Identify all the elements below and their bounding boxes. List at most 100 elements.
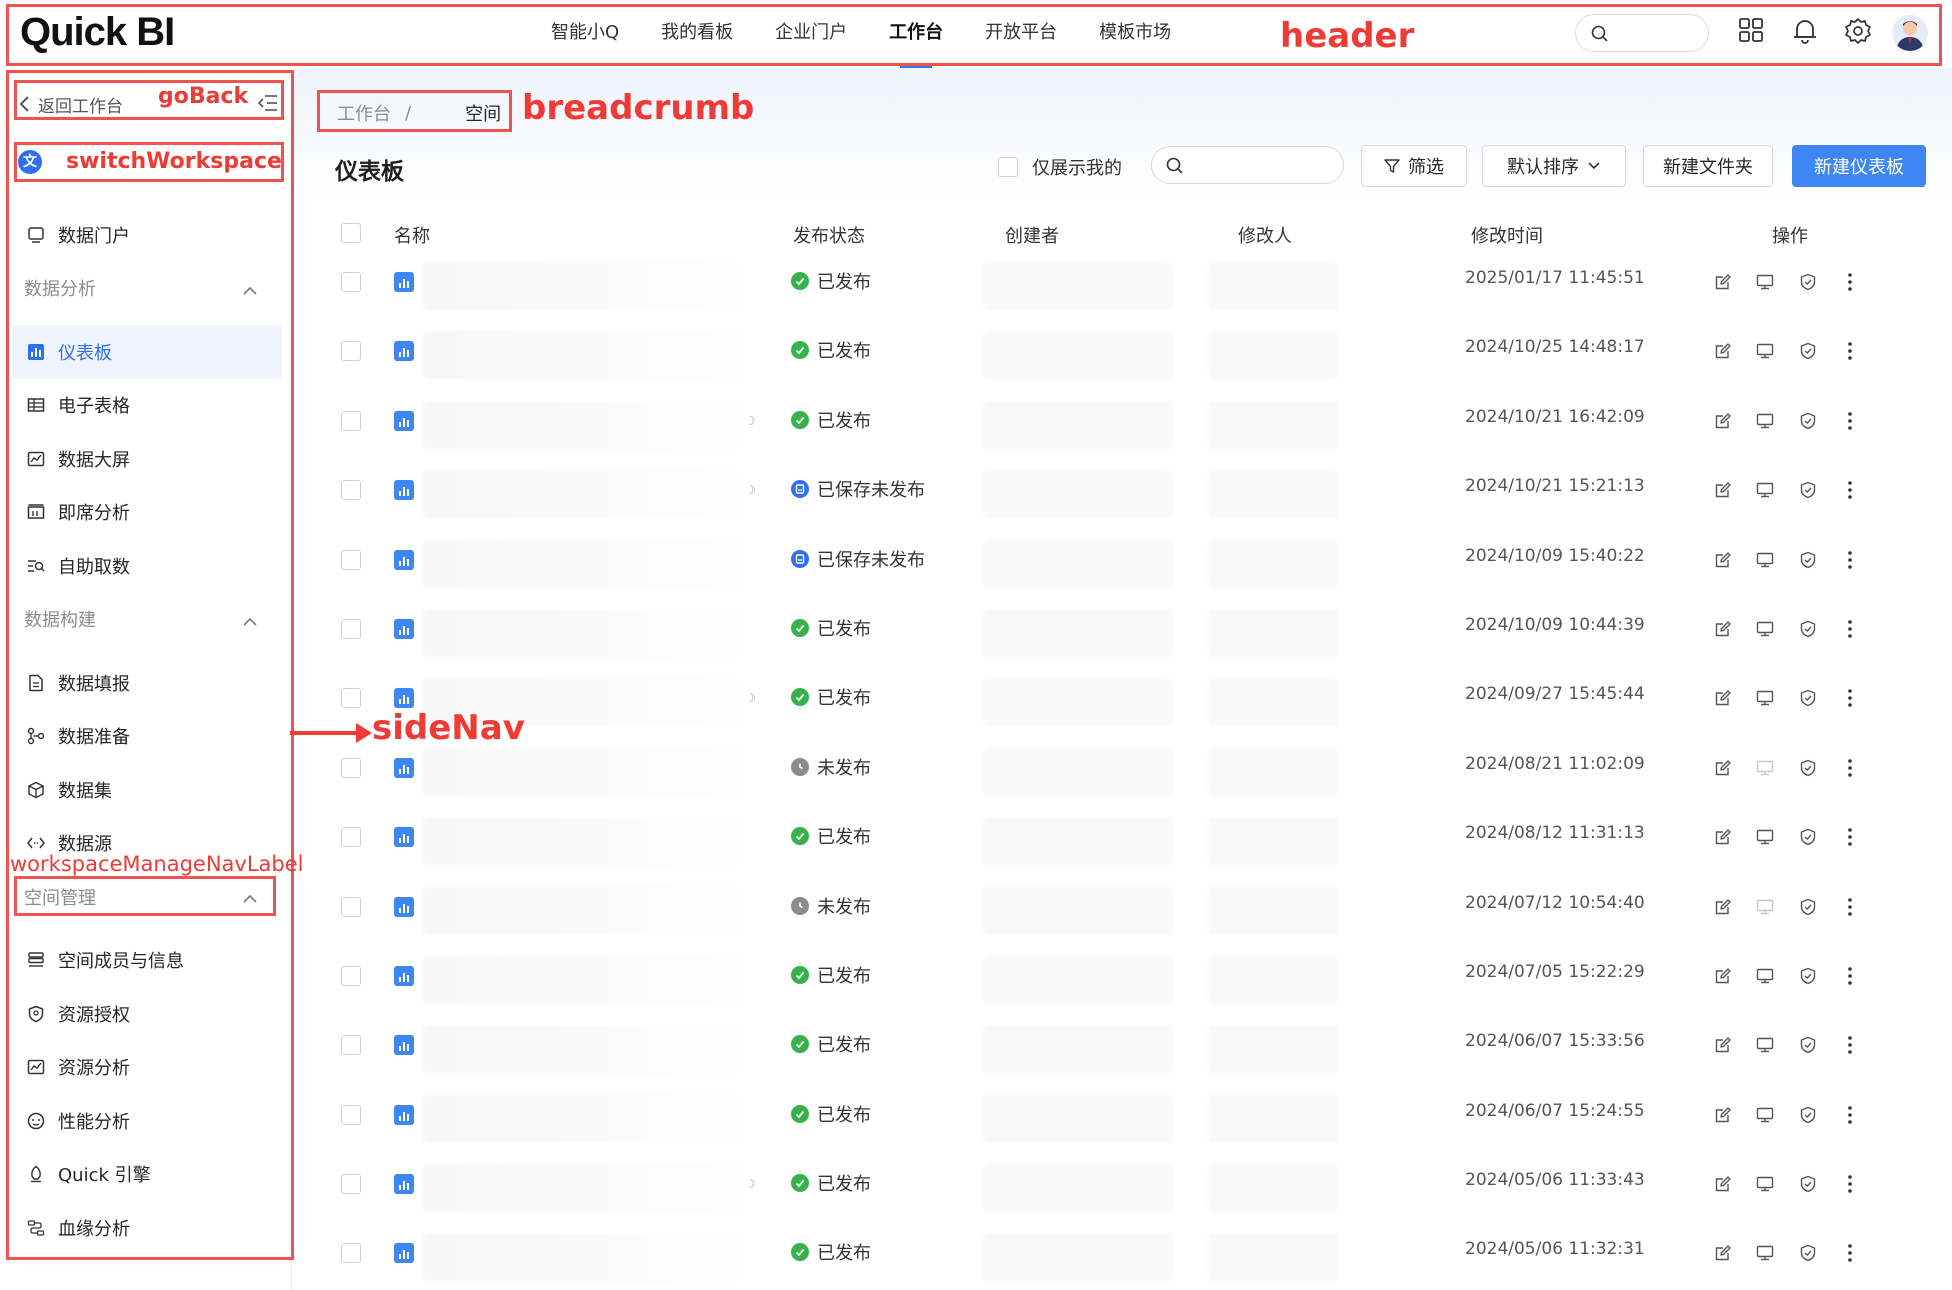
preview-icon[interactable] xyxy=(1755,966,1775,986)
column-name[interactable]: 名称 xyxy=(394,222,430,248)
edit-icon[interactable] xyxy=(1713,897,1733,917)
table-row[interactable]: 已保存未发布 2024/10/09 15:40:22 xyxy=(293,536,1952,605)
column-modified-time[interactable]: 修改时间 xyxy=(1471,222,1543,248)
row-checkbox[interactable] xyxy=(341,549,361,570)
edit-icon[interactable] xyxy=(1713,1035,1733,1055)
table-row[interactable]: 已发布 2024/10/25 14:48:17 xyxy=(293,327,1952,396)
new-dashboard-button[interactable]: 新建仪表板 xyxy=(1792,145,1926,187)
side-nav-item[interactable]: 性能分析 xyxy=(12,1094,282,1148)
dashboard-name-redacted[interactable] xyxy=(423,747,753,796)
permission-shield-icon[interactable] xyxy=(1798,897,1818,917)
preview-icon[interactable] xyxy=(1755,341,1775,361)
breadcrumb-parent[interactable]: 工作台 xyxy=(337,100,391,126)
column-creator[interactable]: 创建者 xyxy=(1005,222,1059,248)
permission-shield-icon[interactable] xyxy=(1798,411,1818,431)
permission-shield-icon[interactable] xyxy=(1798,688,1818,708)
preview-icon[interactable] xyxy=(1755,619,1775,639)
gear-icon[interactable] xyxy=(1844,17,1874,47)
permission-shield-icon[interactable] xyxy=(1798,1243,1818,1263)
table-row[interactable]: 已发布 2025/01/17 11:45:51 xyxy=(293,258,1952,327)
preview-icon[interactable] xyxy=(1755,688,1775,708)
permission-shield-icon[interactable] xyxy=(1798,758,1818,778)
more-vertical-icon[interactable] xyxy=(1840,897,1860,917)
edit-icon[interactable] xyxy=(1713,341,1733,361)
bell-icon[interactable] xyxy=(1792,17,1822,47)
dashboard-search[interactable] xyxy=(1151,146,1344,184)
edit-icon[interactable] xyxy=(1713,758,1733,778)
edit-icon[interactable] xyxy=(1713,411,1733,431)
permission-shield-icon[interactable] xyxy=(1798,619,1818,639)
edit-icon[interactable] xyxy=(1713,619,1733,639)
side-nav-item[interactable]: 数据大屏 xyxy=(12,432,282,486)
dashboard-name-redacted[interactable] xyxy=(423,262,753,310)
top-nav-item[interactable]: 工作台 xyxy=(868,0,964,68)
side-nav-item[interactable]: 资源分析 xyxy=(12,1041,282,1095)
permission-shield-icon[interactable] xyxy=(1798,966,1818,986)
header-search[interactable] xyxy=(1575,14,1709,52)
row-checkbox[interactable] xyxy=(341,618,361,639)
edit-icon[interactable] xyxy=(1713,966,1733,986)
edit-icon[interactable] xyxy=(1713,1243,1733,1263)
more-vertical-icon[interactable] xyxy=(1840,1105,1860,1125)
preview-icon[interactable] xyxy=(1755,758,1775,778)
side-nav-item[interactable]: 电子表格 xyxy=(12,379,282,433)
side-nav-item[interactable]: 仪表板 xyxy=(12,325,282,379)
side-nav-item[interactable]: 即席分析 xyxy=(12,486,282,540)
row-checkbox[interactable] xyxy=(341,1174,361,1195)
side-nav-group[interactable]: 数据分析 xyxy=(12,262,282,316)
row-checkbox[interactable] xyxy=(341,1035,361,1056)
column-status[interactable]: 发布状态 xyxy=(793,222,865,248)
edit-icon[interactable] xyxy=(1713,827,1733,847)
side-nav-item[interactable]: 数据准备 xyxy=(12,710,282,764)
permission-shield-icon[interactable] xyxy=(1798,272,1818,292)
user-avatar-icon[interactable] xyxy=(1892,15,1928,51)
only-mine-checkbox[interactable]: 仅展示我的 xyxy=(998,154,1122,180)
permission-shield-icon[interactable] xyxy=(1798,480,1818,500)
preview-icon[interactable] xyxy=(1755,827,1775,847)
row-checkbox[interactable] xyxy=(341,1104,361,1125)
edit-icon[interactable] xyxy=(1713,688,1733,708)
dashboard-name-redacted[interactable] xyxy=(423,539,753,588)
side-nav-item[interactable]: 数据集 xyxy=(12,763,282,817)
table-row[interactable]: 已发布 2024/08/12 11:31:13 xyxy=(293,813,1952,882)
table-row[interactable]: ☽ 已发布 2024/05/06 11:33:43 xyxy=(293,1160,1952,1229)
row-checkbox[interactable] xyxy=(341,965,361,986)
top-nav-item[interactable]: 我的看板 xyxy=(640,0,754,68)
dashboard-name-redacted[interactable] xyxy=(423,608,753,657)
more-vertical-icon[interactable] xyxy=(1840,827,1860,847)
more-vertical-icon[interactable] xyxy=(1840,1243,1860,1263)
top-nav-item[interactable]: 开放平台 xyxy=(964,0,1078,68)
dashboard-name-redacted[interactable] xyxy=(423,470,753,519)
table-row[interactable]: 已发布 2024/10/09 10:44:39 xyxy=(293,605,1952,674)
permission-shield-icon[interactable] xyxy=(1798,1105,1818,1125)
more-vertical-icon[interactable] xyxy=(1840,411,1860,431)
permission-shield-icon[interactable] xyxy=(1798,550,1818,570)
more-vertical-icon[interactable] xyxy=(1840,341,1860,361)
more-vertical-icon[interactable] xyxy=(1840,966,1860,986)
edit-icon[interactable] xyxy=(1713,272,1733,292)
preview-icon[interactable] xyxy=(1755,897,1775,917)
permission-shield-icon[interactable] xyxy=(1798,341,1818,361)
dashboard-name-redacted[interactable] xyxy=(423,400,753,449)
preview-icon[interactable] xyxy=(1755,1243,1775,1263)
row-checkbox[interactable] xyxy=(341,896,361,917)
quick-bi-logo[interactable]: Quick BI xyxy=(20,10,175,55)
preview-icon[interactable] xyxy=(1755,272,1775,292)
table-row[interactable]: ☽ 已发布 2024/10/21 16:42:09 xyxy=(293,397,1952,466)
row-checkbox[interactable] xyxy=(341,341,361,362)
more-vertical-icon[interactable] xyxy=(1840,758,1860,778)
table-row[interactable]: 已发布 2024/06/07 15:33:56 xyxy=(293,1021,1952,1090)
edit-icon[interactable] xyxy=(1713,550,1733,570)
permission-shield-icon[interactable] xyxy=(1798,1035,1818,1055)
side-nav-item[interactable]: Quick 引擎 xyxy=(12,1148,282,1202)
preview-icon[interactable] xyxy=(1755,1105,1775,1125)
row-checkbox[interactable] xyxy=(341,688,361,709)
top-nav-item[interactable]: 智能小Q xyxy=(530,0,640,68)
row-checkbox[interactable] xyxy=(341,757,361,778)
side-nav-item[interactable]: 数据门户 xyxy=(12,208,282,262)
checkbox[interactable] xyxy=(998,157,1018,177)
select-all-checkbox[interactable] xyxy=(341,223,361,243)
chevron-up-icon[interactable] xyxy=(242,611,258,632)
more-vertical-icon[interactable] xyxy=(1840,619,1860,639)
edit-icon[interactable] xyxy=(1713,1105,1733,1125)
